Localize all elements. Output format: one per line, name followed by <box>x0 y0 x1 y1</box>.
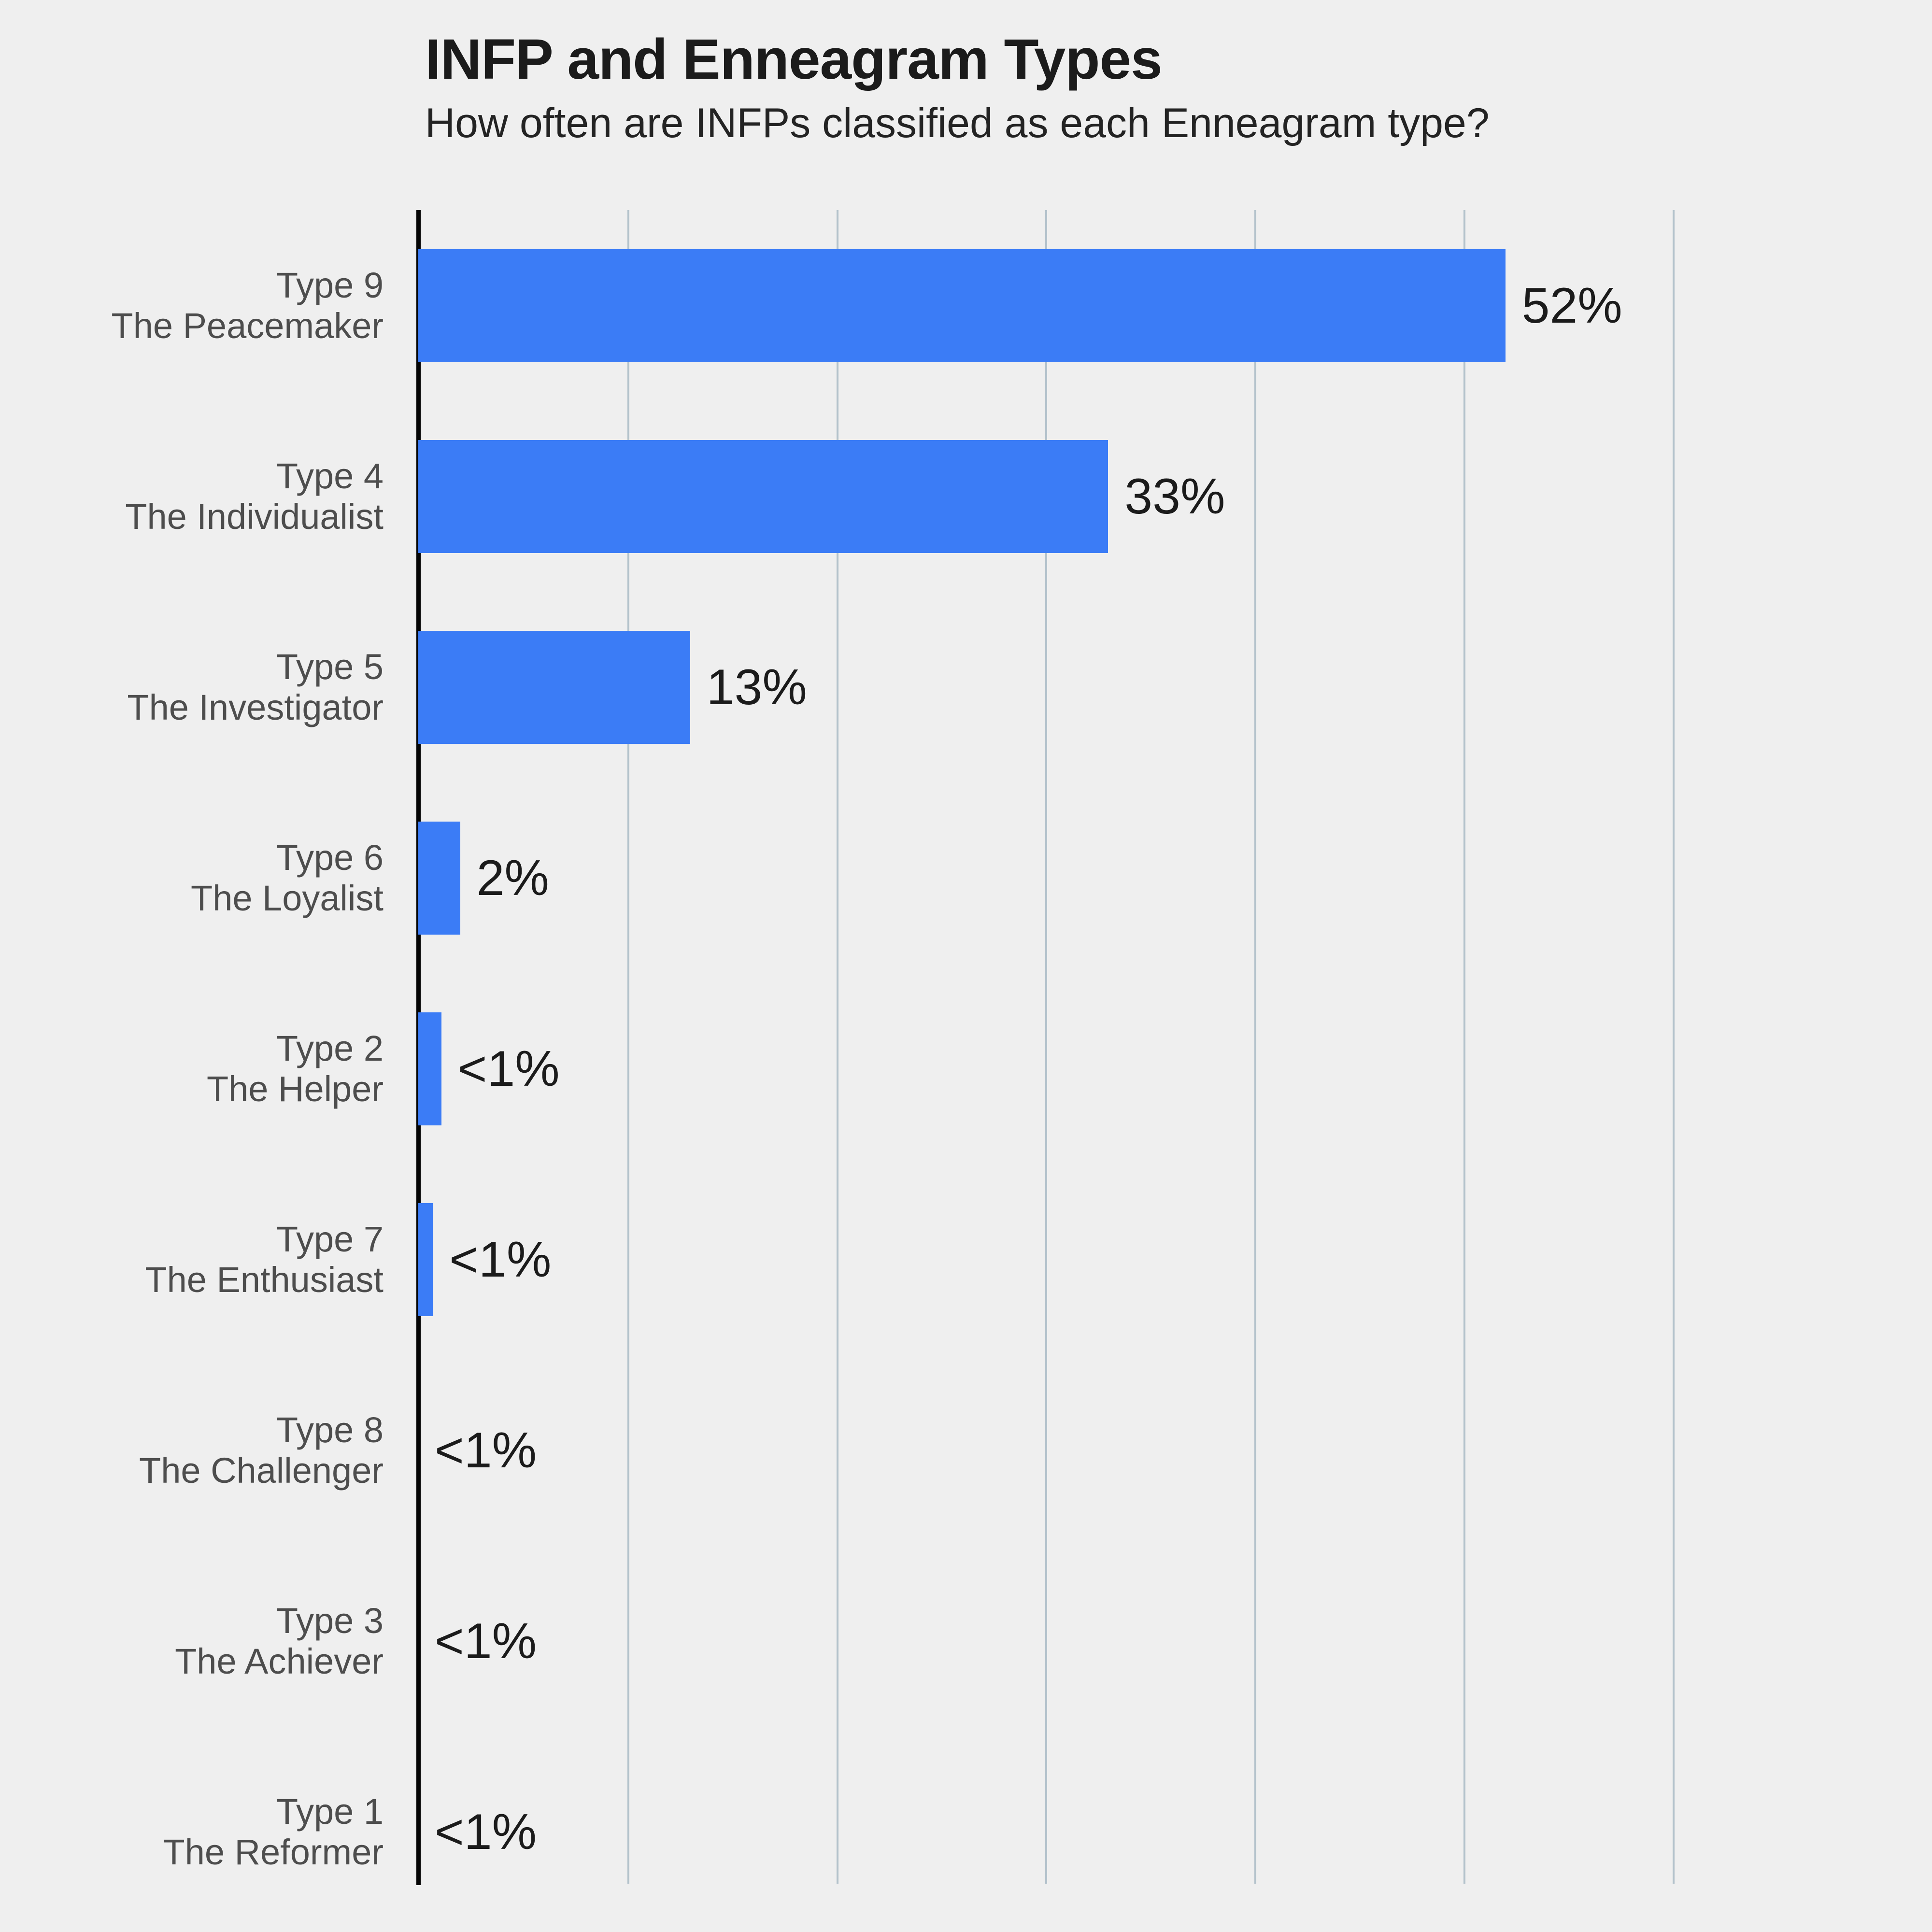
type-name: The Helper <box>206 1068 384 1109</box>
bar[interactable] <box>418 440 1108 553</box>
y-axis-tick-label: Type 6 The Loyalist <box>191 838 384 919</box>
bar-row[interactable]: 13% <box>418 631 1756 744</box>
bar[interactable] <box>418 631 690 744</box>
bar-row[interactable]: 33% <box>418 440 1756 553</box>
bar-value-label: <1% <box>435 1613 537 1669</box>
bar-row[interactable]: <1% <box>418 1776 1756 1889</box>
type-number: Type 6 <box>276 837 384 878</box>
bar[interactable] <box>418 1012 441 1125</box>
y-axis-tick-label: Type 4 The Individualist <box>125 456 384 538</box>
bar-row[interactable]: 2% <box>418 822 1756 935</box>
bar-row[interactable]: <1% <box>418 1012 1756 1125</box>
bar-row[interactable]: 52% <box>418 249 1756 362</box>
type-number: Type 4 <box>276 455 384 496</box>
y-axis-tick-label: Type 5 The Investigator <box>127 647 384 728</box>
chart-subtitle: How often are INFPs classified as each E… <box>425 100 1490 146</box>
bar[interactable] <box>418 249 1506 362</box>
plot-area: 52% 33% 13% 2% <1% <1% <1% <1% <1% <box>418 210 1756 1884</box>
bar-row[interactable]: <1% <box>418 1394 1756 1507</box>
type-number: Type 7 <box>276 1219 384 1259</box>
y-axis-tick-label: Type 3 The Achiever <box>175 1601 384 1682</box>
type-name: The Individualist <box>125 496 384 537</box>
type-name: The Reformer <box>163 1832 384 1872</box>
bar-value-label: <1% <box>449 1231 552 1288</box>
bar-value-label: 2% <box>476 850 549 906</box>
type-number: Type 8 <box>276 1409 384 1450</box>
bar[interactable] <box>418 1203 433 1316</box>
y-axis-tick-label: Type 9 The Peacemaker <box>112 265 384 347</box>
type-name: The Investigator <box>127 687 384 727</box>
bar-value-label: <1% <box>435 1422 537 1478</box>
type-name: The Achiever <box>175 1641 384 1681</box>
y-axis-tick-label: Type 2 The Helper <box>207 1028 384 1110</box>
y-axis-tick-label: Type 1 The Reformer <box>163 1791 384 1873</box>
bar-value-label: 13% <box>706 659 807 715</box>
type-number: Type 2 <box>276 1028 384 1068</box>
type-number: Type 9 <box>276 265 384 305</box>
type-name: The Loyalist <box>191 878 384 918</box>
bar-chart: INFP and Enneagram Types How often are I… <box>0 0 1932 1932</box>
bar-row[interactable]: <1% <box>418 1203 1756 1316</box>
type-number: Type 1 <box>276 1791 384 1832</box>
bar-value-label: 33% <box>1124 468 1225 525</box>
type-number: Type 5 <box>276 646 384 687</box>
y-axis-tick-label: Type 8 The Challenger <box>139 1410 384 1492</box>
bar-value-label: <1% <box>457 1040 560 1097</box>
bar-row[interactable]: <1% <box>418 1585 1756 1698</box>
bar[interactable] <box>418 822 460 935</box>
bar-value-label: 52% <box>1521 277 1622 334</box>
bar-value-label: <1% <box>435 1804 537 1860</box>
type-name: The Challenger <box>139 1450 384 1491</box>
type-name: The Enthusiast <box>145 1259 384 1300</box>
chart-title: INFP and Enneagram Types <box>425 28 1163 91</box>
type-name: The Peacemaker <box>111 305 384 346</box>
type-number: Type 3 <box>276 1600 384 1641</box>
y-axis-tick-label: Type 7 The Enthusiast <box>145 1219 384 1301</box>
